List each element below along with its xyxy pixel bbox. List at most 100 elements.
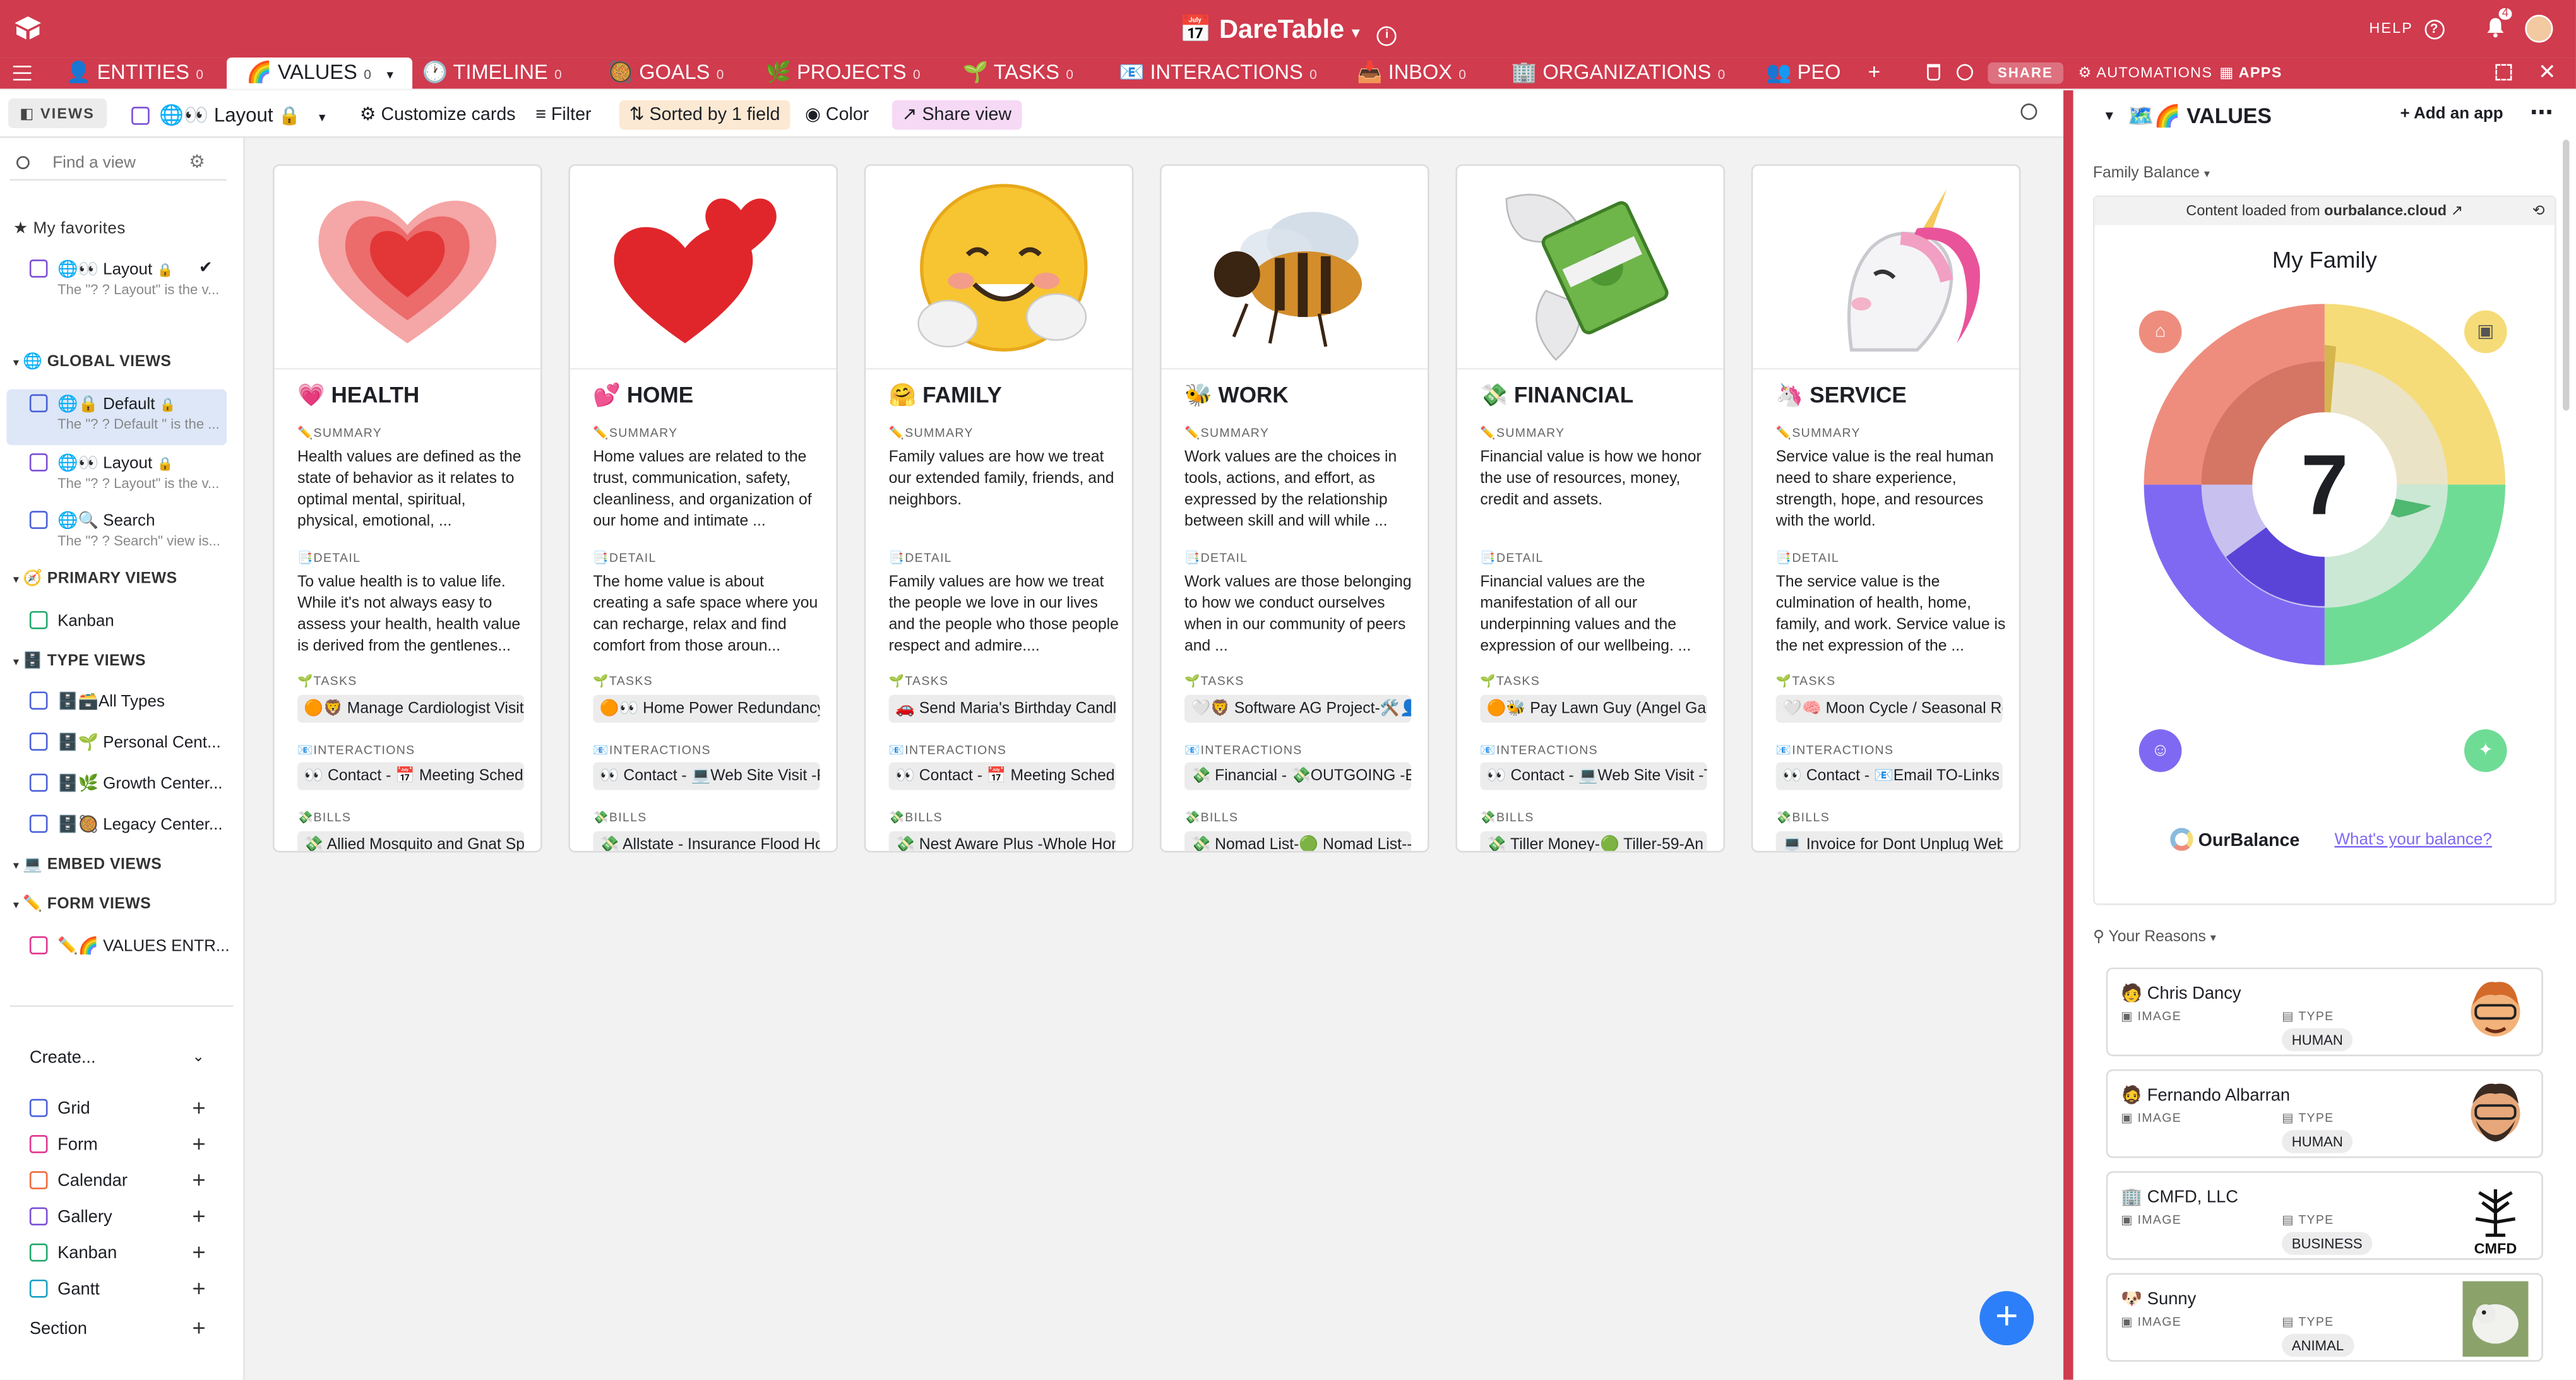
- interaction-chip[interactable]: 👀 Contact - 💻Web Site Visit -F: [593, 762, 820, 790]
- task-chip[interactable]: 🤍🧠 Moon Cycle / Seasonal Re: [1775, 694, 2003, 723]
- collapse-icon[interactable]: ▼: [2103, 109, 2116, 123]
- create-section-button[interactable]: Section: [30, 1319, 87, 1338]
- tab-inbox[interactable]: 📥 INBOX 0: [1357, 57, 1466, 88]
- add-kanban-icon[interactable]: +: [192, 1239, 205, 1265]
- hamburger-icon[interactable]: [13, 66, 32, 81]
- tab-timeline[interactable]: 🕐 TIMELINE 0: [422, 57, 562, 88]
- tab-interactions[interactable]: 📧 INTERACTIONS 0: [1119, 57, 1317, 88]
- apps-button[interactable]: ▦ APPS: [2219, 57, 2282, 88]
- add-form-icon[interactable]: +: [192, 1130, 205, 1157]
- sidebar-item-personal-center[interactable]: 🗄️🌱 Personal Cent...: [29, 732, 221, 752]
- create-gantt-button[interactable]: Gantt: [29, 1279, 100, 1299]
- value-card[interactable]: 💕 HOME ✏️SUMMARY Home values are related t…: [568, 164, 838, 853]
- base-title[interactable]: 📅 DareTable ▾ i: [0, 13, 2576, 46]
- mind-icon[interactable]: ☺: [2138, 729, 2182, 772]
- customize-cards-button[interactable]: ⚙ Customize cards: [360, 100, 516, 130]
- balance-app-title[interactable]: Family Balance ▾: [2093, 164, 2210, 182]
- interaction-chip[interactable]: 👀 Contact - 📧Email TO-Links t: [1775, 762, 2003, 790]
- close-panel-icon[interactable]: ✕: [2538, 59, 2556, 86]
- add-table-icon[interactable]: +: [1868, 59, 1880, 84]
- tab-people[interactable]: 👥 PEO: [1766, 57, 1848, 88]
- bill-chip[interactable]: 💸 Nomad List-🟢 Nomad List--: [1184, 831, 1412, 851]
- home-icon[interactable]: ⌂: [2138, 310, 2182, 354]
- reasons-title[interactable]: ⚲ Your Reasons ▾: [2093, 928, 2216, 946]
- add-record-button[interactable]: +: [1979, 1291, 2034, 1346]
- panel-resize-handle[interactable]: [2063, 90, 2073, 1380]
- panel-scrollbar[interactable]: [2563, 140, 2570, 411]
- task-chip[interactable]: 🚗 Send Maria's Birthday Candl: [888, 694, 1116, 723]
- tab-projects[interactable]: 🌿 PROJECTS 0: [766, 57, 921, 88]
- sidebar-item-legacy-center[interactable]: 🗄️🥘 Legacy Center...: [29, 814, 223, 835]
- task-chip[interactable]: 🤍🦁 Software AG Project-🛠️👤: [1184, 694, 1412, 723]
- task-chip[interactable]: 🟠🐝 Pay Lawn Guy (Angel Gan: [1480, 694, 1707, 723]
- sidebar-item-all-types[interactable]: 🗄️🗃️All Types: [29, 691, 165, 711]
- value-card[interactable]: 💸 FINANCIAL ✏️SUMMARY Financial value is h…: [1455, 164, 1726, 853]
- search-icon[interactable]: [2020, 103, 2037, 120]
- find-view-input[interactable]: Find a view ⚙: [9, 151, 227, 181]
- bill-chip[interactable]: 💸 Allstate - Insurance Flood Ho: [593, 831, 820, 851]
- form-views-heading[interactable]: ▾ ✏️ FORM VIEWS: [13, 895, 151, 913]
- global-views-heading[interactable]: ▾ 🌐 GLOBAL VIEWS: [13, 353, 172, 371]
- work-icon[interactable]: ▣: [2464, 310, 2507, 354]
- task-chip[interactable]: 🟠🦁 Manage Cardiologist Visit: [297, 694, 525, 723]
- filter-button[interactable]: ≡ Filter: [535, 100, 591, 130]
- sidebar-item-layout[interactable]: 🌐👀 Layout 🔒: [29, 453, 173, 473]
- bill-chip[interactable]: 💻 Invoice for Dont Unplug Web: [1775, 831, 2003, 851]
- add-app-button[interactable]: + Add an app: [2400, 105, 2503, 124]
- bill-chip[interactable]: 💸 Allied Mosquito and Gnat Sp: [297, 831, 525, 851]
- bill-chip[interactable]: 💸 Nest Aware Plus -Whole Hon: [888, 831, 1116, 851]
- create-gallery-button[interactable]: Gallery: [29, 1207, 112, 1227]
- sidebar-item-values-entry-form[interactable]: ✏️🌈 VALUES ENTR...: [29, 936, 230, 956]
- tab-goals[interactable]: 🥘 GOALS 0: [608, 57, 724, 88]
- user-avatar[interactable]: [2525, 15, 2553, 43]
- color-button[interactable]: ◉ Color: [805, 100, 869, 130]
- value-card[interactable]: 🤗 FAMILY ✏️SUMMARY Family values are how w…: [864, 164, 1134, 853]
- content-domain-link[interactable]: ourbalance.cloud: [2324, 202, 2447, 218]
- interaction-chip[interactable]: 💸 Financial - 💸OUTGOING -Bi: [1184, 762, 1412, 790]
- refresh-icon[interactable]: ⟲: [2532, 197, 2545, 225]
- sidebar-item-search[interactable]: 🌐🔍 Search: [29, 511, 155, 530]
- automations-button[interactable]: ⚙ AUTOMATIONS: [2078, 57, 2213, 88]
- add-gallery-icon[interactable]: +: [192, 1203, 205, 1229]
- share-button[interactable]: SHARE: [1988, 62, 2063, 84]
- more-options-icon[interactable]: ⋯: [2530, 98, 2553, 126]
- add-grid-icon[interactable]: +: [192, 1094, 205, 1121]
- create-view-heading[interactable]: Create... ⌄: [30, 1048, 205, 1068]
- tab-entities[interactable]: 👤 ENTITIES 0: [66, 57, 203, 88]
- share-view-button[interactable]: ↗ Share view: [891, 100, 1022, 130]
- tab-tasks[interactable]: 🌱 TASKS 0: [963, 57, 1073, 88]
- add-calendar-icon[interactable]: +: [192, 1166, 205, 1193]
- sidebar-item-default[interactable]: 🌐🔒 Default 🔒: [29, 394, 176, 414]
- settings-gear-icon[interactable]: ⚙: [189, 151, 205, 172]
- value-card[interactable]: 🐝 WORK ✏️SUMMARY Work values are the choic…: [1160, 164, 1429, 853]
- interaction-chip[interactable]: 👀 Contact - 💻Web Site Visit -T: [1480, 762, 1707, 790]
- create-calendar-button[interactable]: Calendar: [29, 1171, 128, 1191]
- sort-button[interactable]: ⇅ Sorted by 1 field: [619, 100, 790, 130]
- trash-icon[interactable]: [1927, 64, 1940, 81]
- views-toggle-button[interactable]: ◧ VIEWS: [8, 98, 107, 128]
- help-button[interactable]: HELP ?: [2369, 20, 2445, 40]
- add-gantt-icon[interactable]: +: [192, 1275, 205, 1301]
- value-card[interactable]: 💗 HEALTH ✏️SUMMARY Health values are defin…: [272, 164, 542, 853]
- history-icon[interactable]: [1956, 64, 1974, 81]
- type-views-heading[interactable]: ▾ 🗄️ TYPE VIEWS: [13, 652, 146, 670]
- sidebar-item-kanban[interactable]: Kanban: [29, 610, 114, 631]
- reason-card[interactable]: 🧑 Chris Dancy ▣ IMAGE ▤ TYPE HUMAN: [2106, 967, 2543, 1057]
- task-chip[interactable]: 🟠👀 Home Power Redundancy: [593, 694, 820, 723]
- create-grid-button[interactable]: Grid: [29, 1098, 90, 1119]
- interaction-chip[interactable]: 👀 Contact - 📅 Meeting Schedu: [888, 762, 1116, 790]
- whats-your-balance-link[interactable]: What's your balance?: [2334, 831, 2491, 850]
- reason-card[interactable]: 🏢 CMFD, LLC ▣ IMAGE ▤ TYPE BUSINESS CMFD: [2106, 1171, 2543, 1260]
- interaction-chip[interactable]: 👀 Contact - 📅 Meeting Schedu: [297, 762, 525, 790]
- create-kanban-button[interactable]: Kanban: [29, 1243, 117, 1263]
- walk-icon[interactable]: ✦: [2464, 729, 2507, 772]
- embed-views-heading[interactable]: ▾ 💻 EMBED VIEWS: [13, 856, 162, 874]
- view-switcher[interactable]: 🌐👀 Layout 🔒 ▾: [131, 100, 325, 130]
- expand-icon[interactable]: [2495, 64, 2512, 81]
- balance-wheel[interactable]: 7: [2128, 287, 2522, 681]
- tab-values[interactable]: 🌈 VALUES 0 ▾: [227, 57, 414, 89]
- tab-organizations[interactable]: 🏢 ORGANIZATIONS 0: [1512, 57, 1725, 88]
- value-card[interactable]: 🦄 SERVICE ✏️SUMMARY Service value is the r…: [1751, 164, 2021, 853]
- primary-views-heading[interactable]: ▾ 🧭 PRIMARY VIEWS: [13, 570, 177, 588]
- favorites-heading[interactable]: ★ My favorites: [13, 220, 126, 239]
